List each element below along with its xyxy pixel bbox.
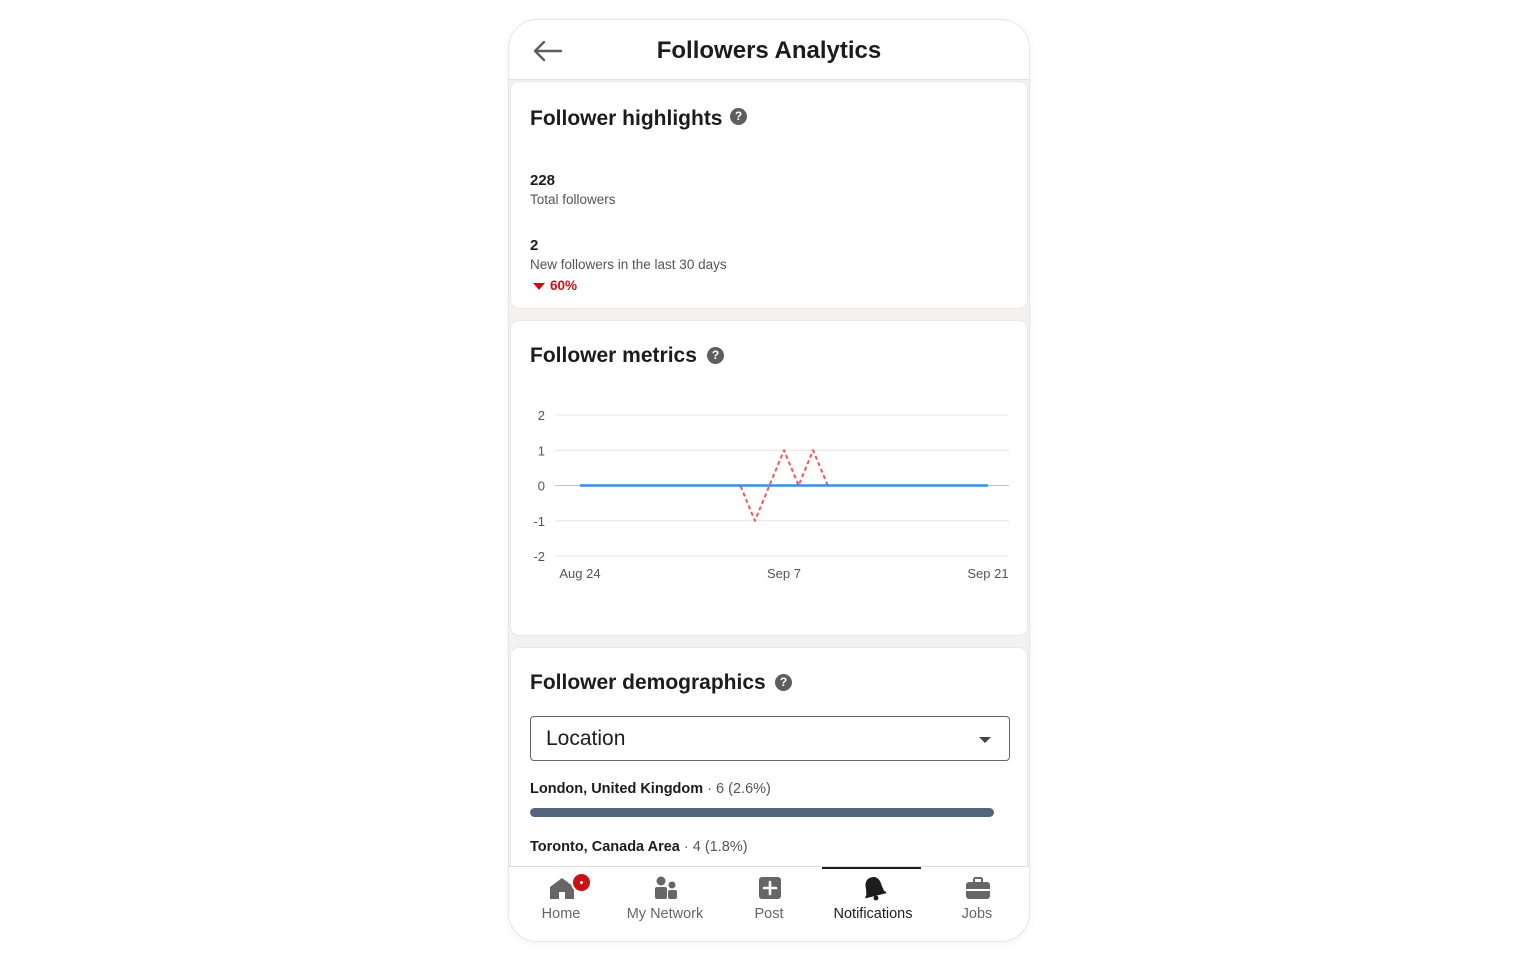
plus-square-icon bbox=[759, 877, 781, 899]
follower-demographics-card: Follower demographics ? Location London,… bbox=[511, 648, 1027, 888]
demographics-select[interactable]: Location bbox=[530, 716, 1010, 761]
phone-frame: Followers Analytics Follower highlights … bbox=[509, 20, 1029, 941]
select-value: Location bbox=[546, 727, 626, 750]
chevron-down-icon bbox=[979, 737, 991, 743]
nav-item-my-network[interactable]: My Network bbox=[613, 867, 717, 941]
nav-label: Post bbox=[754, 906, 784, 922]
page-title: Followers Analytics bbox=[656, 37, 882, 64]
demographic-location: Toronto, Canada Area bbox=[530, 839, 680, 855]
demographics-help-icon[interactable]: ? bbox=[775, 674, 792, 691]
nav-label: Notifications bbox=[833, 906, 913, 922]
bell-icon bbox=[865, 877, 887, 901]
total-followers-label: Total followers bbox=[530, 192, 616, 207]
demographic-row: Toronto, Canada Area · 4 (1.8%) bbox=[530, 839, 748, 855]
nav-label: My Network bbox=[626, 906, 704, 922]
x-tick-label: Sep 21 bbox=[967, 566, 1008, 581]
new-followers-value: 2 bbox=[530, 237, 539, 254]
nav-label: Home bbox=[541, 906, 581, 922]
nav-item-jobs[interactable]: Jobs bbox=[925, 867, 1029, 941]
y-tick-label: -1 bbox=[533, 514, 545, 529]
new-followers-label: New followers in the last 30 days bbox=[530, 257, 727, 272]
y-tick-label: -2 bbox=[533, 549, 545, 564]
follower-metrics-card: Follower metrics ? 2 1 0 -1 -2 Aug 24 Sep 7 Sep… bbox=[511, 321, 1027, 635]
bottom-nav: Home My Network Post Notifications Jobs bbox=[509, 866, 1029, 941]
follower-metrics-chart: 2 1 0 -1 -2 Aug 24 Sep 7 Sep 21 bbox=[533, 408, 1009, 581]
demographic-count: · 4 (1.8%) bbox=[679, 839, 748, 855]
y-tick-label: 2 bbox=[538, 408, 545, 423]
change-value: 60% bbox=[550, 278, 578, 293]
demographics-title: Follower demographics bbox=[530, 671, 766, 694]
demographic-count: · 6 (2.6%) bbox=[703, 781, 771, 797]
top-bar: Followers Analytics bbox=[509, 20, 1029, 80]
follower-highlights-card: Follower highlights ? 228 Total follower… bbox=[511, 82, 1027, 308]
new-followers-change: 60% bbox=[533, 278, 577, 293]
total-followers-value: 228 bbox=[530, 172, 556, 189]
demographic-bar bbox=[530, 808, 994, 817]
x-tick-label: Aug 24 bbox=[559, 566, 600, 581]
briefcase-icon bbox=[966, 877, 990, 899]
y-tick-label: 1 bbox=[538, 443, 545, 458]
demographic-row: London, United Kingdom · 6 (2.6%) bbox=[530, 781, 771, 797]
highlights-title: Follower highlights bbox=[530, 107, 723, 130]
highlights-help-icon[interactable]: ? bbox=[730, 108, 747, 125]
notification-badge bbox=[571, 872, 592, 893]
nav-label: Jobs bbox=[961, 906, 993, 922]
network-icon bbox=[655, 876, 677, 899]
nav-item-post[interactable]: Post bbox=[717, 867, 821, 941]
x-tick-label: Sep 7 bbox=[767, 566, 801, 581]
nav-item-home[interactable]: Home bbox=[509, 867, 613, 941]
demographic-location: London, United Kingdom bbox=[530, 781, 704, 797]
trend-down-icon bbox=[533, 282, 545, 290]
y-tick-label: 0 bbox=[538, 479, 545, 494]
nav-item-notifications[interactable]: Notifications bbox=[821, 867, 925, 941]
